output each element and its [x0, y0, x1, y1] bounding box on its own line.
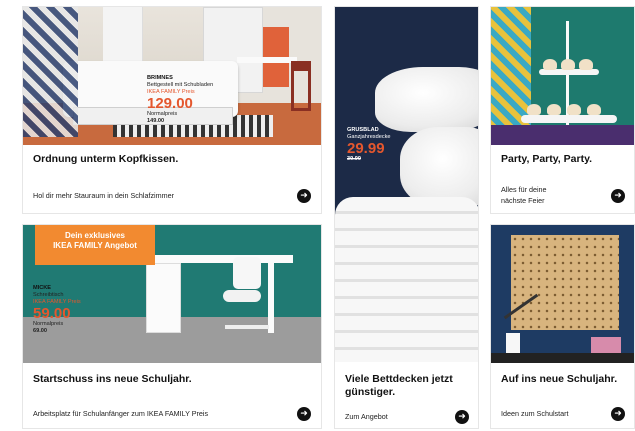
cupcake-graphic [579, 59, 593, 70]
product-name: GRUSBLAD [347, 127, 379, 133]
card-link[interactable]: Ideen zum Schulstart [501, 409, 569, 419]
party-image[interactable] [491, 7, 634, 145]
old-price: 39.99 [347, 156, 361, 162]
card-link[interactable]: Hol dir mehr Stauraum in dein Schlafzimm… [33, 191, 174, 201]
price-tag: GRUSBLAD Ganzjahresdecke 29.99 39.99 [347, 127, 391, 163]
arrow-right-circle-icon[interactable]: ➜ [455, 410, 469, 424]
cupcake-graphic [527, 104, 541, 115]
card-link-line1[interactable]: Alles für deine [501, 185, 547, 195]
cupcake-graphic [543, 59, 557, 70]
card-title[interactable]: Ordnung unterm Kopfkissen. [33, 153, 178, 166]
pegboard-image[interactable] [491, 225, 634, 363]
product-desc: Schreibtisch [33, 292, 64, 298]
chair-seat-graphic [223, 290, 261, 302]
card-link[interactable]: Arbeitsplatz für Schulanfänger zum IKEA … [33, 409, 208, 419]
promo-card-bedroom[interactable]: BRIMNES Bettgestell mit Schubladen IKEA … [22, 6, 322, 214]
card-link-line2[interactable]: nächste Feier [501, 196, 545, 206]
cupcake-graphic [587, 104, 601, 115]
table-graphic [491, 125, 634, 145]
chair-back-graphic [233, 257, 261, 289]
pillow-graphic [375, 67, 478, 132]
cupcake-graphic [567, 104, 581, 115]
box-graphic [591, 337, 621, 353]
desk-image[interactable]: Dein exklusives IKEA FAMILY Angebot MICK… [23, 225, 321, 363]
desk-top-graphic [143, 255, 293, 263]
product-desc: Bettgestell mit Schubladen [147, 82, 214, 88]
price-tag: BRIMNES Bettgestell mit Schubladen IKEA … [147, 75, 213, 125]
chair-base-graphic [225, 325, 269, 329]
cupcake-graphic [547, 104, 561, 115]
desk-graphic [237, 57, 297, 63]
arrow-right-circle-icon[interactable]: ➜ [297, 189, 311, 203]
cupcake-graphic [561, 59, 575, 70]
promo-card-school-ideas[interactable]: Auf ins neue Schuljahr. Ideen zum Schuls… [490, 224, 635, 429]
product-name: MICKE [33, 285, 52, 291]
normal-price: 149.00 [147, 118, 165, 124]
chair-graphic [291, 61, 311, 111]
product-name: BRIMNES [147, 75, 173, 81]
ikea-family-banner: Dein exklusives IKEA FAMILY Angebot [35, 225, 155, 265]
duvet-image[interactable]: GRUSBLAD Ganzjahresdecke 29.99 39.99 [335, 7, 478, 362]
pillow-graphic [400, 127, 478, 207]
price: 29.99 [347, 140, 385, 157]
card-title[interactable]: Party, Party, Party. [501, 153, 592, 166]
pegboard-graphic [511, 235, 619, 330]
card-title[interactable]: Viele Bettdecken jetzt günstiger. [345, 373, 473, 399]
arrow-right-circle-icon[interactable]: ➜ [297, 407, 311, 421]
card-title[interactable]: Auf ins neue Schuljahr. [501, 373, 617, 386]
normal-price-label: Normalpreis [33, 321, 64, 327]
normal-price-label: Normalpreis [147, 111, 178, 117]
desk-leg-graphic [268, 263, 274, 333]
curtain-pattern-graphic [23, 7, 78, 137]
desk-drawer-graphic [146, 263, 181, 333]
bedroom-image[interactable]: BRIMNES Bettgestell mit Schubladen IKEA … [23, 7, 321, 145]
promo-card-duvets[interactable]: GRUSBLAD Ganzjahresdecke 29.99 39.99 Vie… [334, 6, 479, 429]
card-title[interactable]: Startschuss ins neue Schuljahr. [33, 373, 192, 386]
price-tag: MICKE Schreibtisch IKEA FAMILY Preis 59.… [33, 285, 81, 335]
stand-tier-graphic [521, 115, 617, 123]
normal-price: 69.00 [33, 328, 47, 334]
card-link[interactable]: Zum Angebot [345, 412, 388, 422]
promo-card-party[interactable]: Party, Party, Party. Alles für deine näc… [490, 6, 635, 214]
banner-line2: IKEA FAMILY Angebot [53, 241, 137, 250]
price: 59.00 [33, 305, 71, 322]
promo-card-school-desk[interactable]: Dein exklusives IKEA FAMILY Angebot MICK… [22, 224, 322, 429]
banner-line1: Dein exklusives [64, 231, 126, 240]
price: 129.00 [147, 95, 193, 112]
arrow-right-circle-icon[interactable]: ➜ [611, 407, 625, 421]
desk-edge-graphic [491, 353, 634, 363]
arrow-right-circle-icon[interactable]: ➜ [611, 189, 625, 203]
duvet-graphic [335, 197, 478, 362]
